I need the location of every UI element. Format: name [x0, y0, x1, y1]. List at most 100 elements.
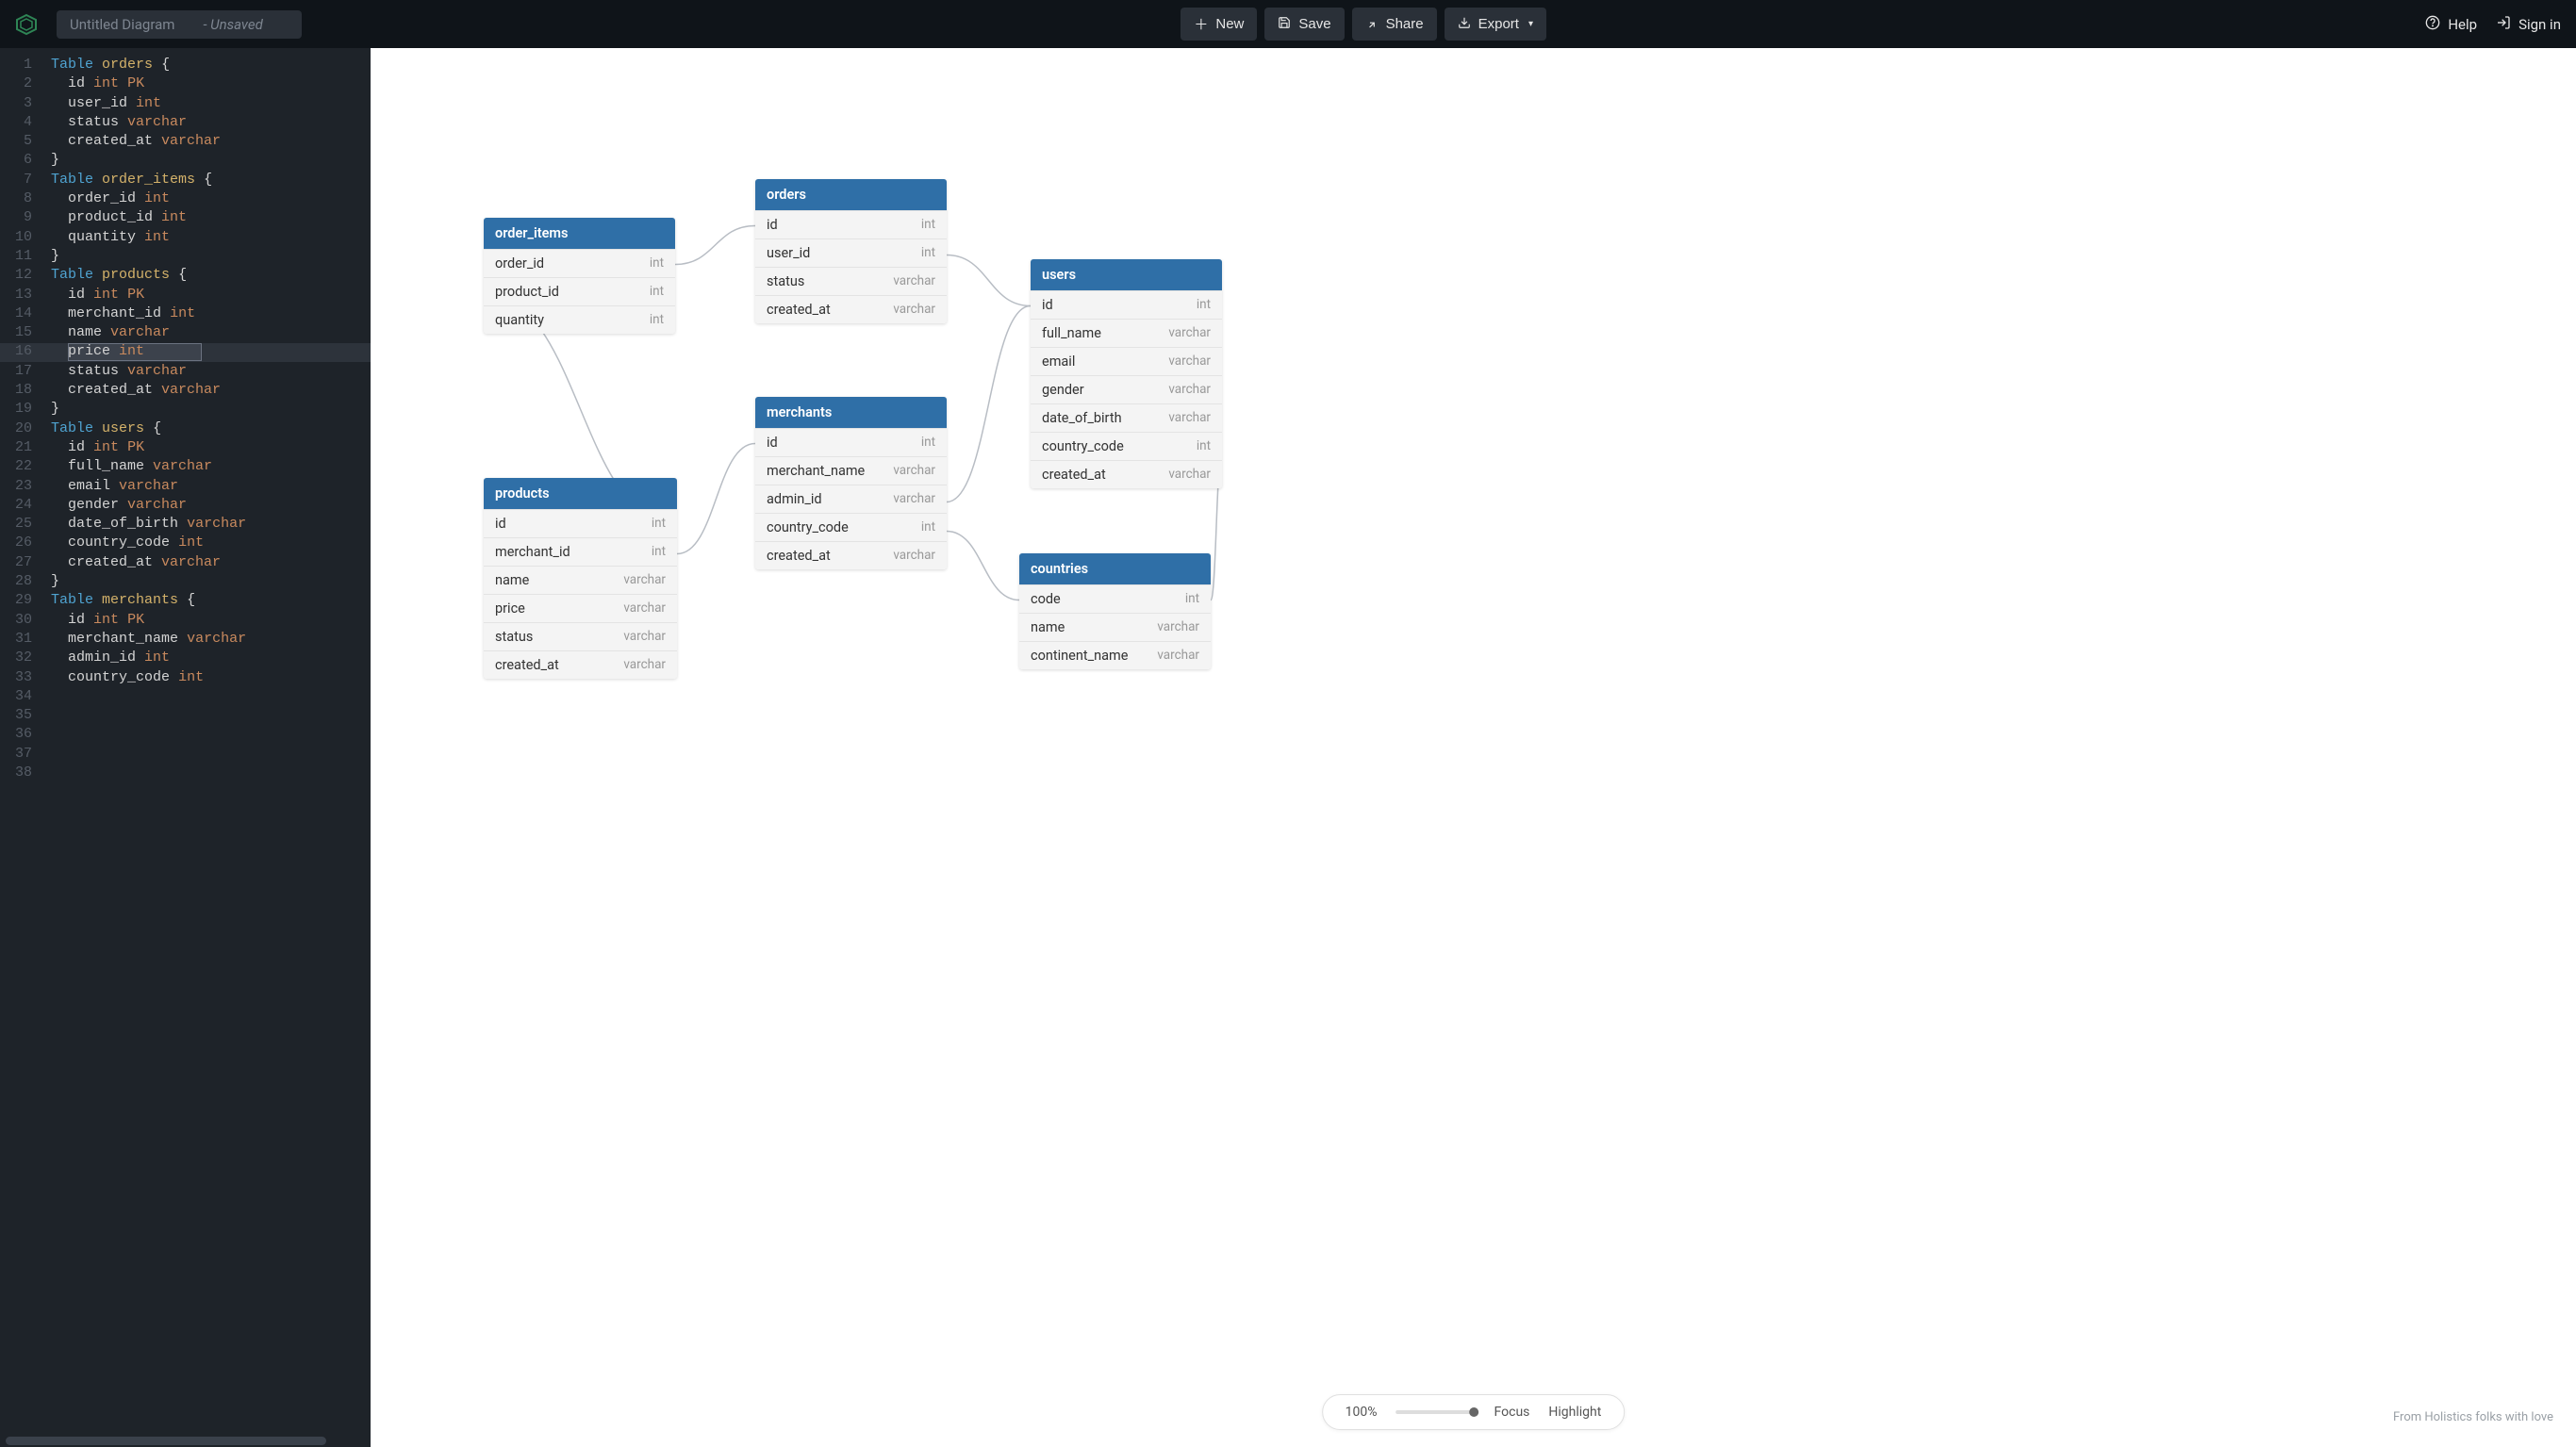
column-type: varchar [1168, 325, 1211, 341]
editor-horizontal-scrollbar[interactable] [6, 1437, 326, 1445]
code-editor[interactable]: 1234567891011121314151617181920212223242… [0, 48, 371, 1447]
share-icon [1365, 16, 1379, 33]
zoom-slider[interactable] [1396, 1410, 1476, 1414]
signin-label: Sign in [2518, 16, 2561, 33]
column-name: price [495, 600, 525, 617]
diagram-title-box[interactable]: Untitled Diagram - Unsaved [57, 10, 302, 39]
column-type: varchar [623, 629, 666, 645]
table-column[interactable]: country_code int [755, 513, 947, 541]
new-button[interactable]: ＋ New [1181, 8, 1257, 41]
table-products[interactable]: productsidintmerchant_idintnamevarcharpr… [484, 478, 677, 679]
column-type: int [652, 516, 666, 532]
column-type: varchar [1168, 467, 1211, 483]
focus-toggle[interactable]: Focus [1494, 1405, 1530, 1420]
column-type: int [921, 519, 935, 535]
table-column[interactable]: created_at varchar [1031, 460, 1222, 488]
table-header[interactable]: order_items [484, 218, 675, 249]
column-type: int [652, 544, 666, 560]
table-column[interactable]: admin_idvarchar [755, 485, 947, 513]
column-name: country_code [1042, 438, 1124, 454]
table-column[interactable]: namevarchar [484, 566, 677, 594]
table-column[interactable]: code int [1019, 584, 1211, 613]
column-type: varchar [893, 491, 935, 507]
table-users[interactable]: usersidintfull_namevarcharemailvarcharge… [1031, 259, 1222, 488]
column-name: created_at [1042, 467, 1106, 483]
table-header[interactable]: products [484, 478, 677, 509]
table-column[interactable]: continent_name varchar [1019, 641, 1211, 669]
table-column[interactable]: idint [755, 428, 947, 456]
table-column[interactable]: merchant_namevarchar [755, 456, 947, 485]
column-name: gender [1042, 382, 1084, 398]
table-column[interactable]: created_atvarchar [755, 541, 947, 569]
column-type: int [650, 312, 664, 328]
table-column[interactable]: merchant_idint [484, 537, 677, 566]
column-name: code [1031, 591, 1061, 607]
table-column[interactable]: gendervarchar [1031, 375, 1222, 403]
save-button[interactable]: Save [1264, 8, 1344, 41]
table-header[interactable]: orders [755, 179, 947, 210]
table-column[interactable]: created_at varchar [755, 295, 947, 323]
help-link[interactable]: Help [2425, 15, 2477, 34]
table-column[interactable]: namevarchar [1019, 613, 1211, 641]
column-name: created_at [767, 302, 831, 318]
column-name: status [767, 273, 804, 289]
column-type: varchar [1168, 410, 1211, 426]
table-countries[interactable]: countriescodeintnamevarcharcontinent_nam… [1019, 553, 1211, 669]
column-name: status [495, 629, 533, 645]
table-orders[interactable]: ordersidintuser_idintstatusvarcharcreate… [755, 179, 947, 323]
table-column[interactable]: created_atvarchar [484, 650, 677, 679]
column-type: int [1185, 591, 1199, 607]
signin-link[interactable]: Sign in [2496, 15, 2561, 34]
table-column[interactable]: id int [1031, 290, 1222, 319]
column-type: varchar [1157, 648, 1199, 664]
table-column[interactable]: status varchar [484, 622, 677, 650]
table-column[interactable]: product_id int [484, 277, 675, 305]
column-name: id [767, 435, 778, 451]
table-column[interactable]: idint [755, 210, 947, 238]
table-column[interactable]: order_id int [484, 249, 675, 277]
column-type: varchar [1168, 354, 1211, 370]
column-name: product_id [495, 284, 559, 300]
table-header[interactable]: users [1031, 259, 1222, 290]
editor-code[interactable]: Table orders { id int PK user_id int sta… [51, 48, 371, 687]
table-header[interactable]: merchants [755, 397, 947, 428]
column-type: varchar [893, 463, 935, 479]
column-type: int [1197, 297, 1211, 313]
column-name: order_id [495, 255, 544, 271]
highlight-toggle[interactable]: Highlight [1548, 1405, 1601, 1420]
table-column[interactable]: user_idint [755, 238, 947, 267]
column-type: int [650, 284, 664, 300]
table-column[interactable]: emailvarchar [1031, 347, 1222, 375]
table-column[interactable]: quantity int [484, 305, 675, 334]
column-name: id [495, 516, 506, 532]
table-column[interactable]: full_namevarchar [1031, 319, 1222, 347]
table-column[interactable]: country_codeint [1031, 432, 1222, 460]
table-column[interactable]: statusvarchar [755, 267, 947, 295]
export-button[interactable]: Export ▾ [1445, 8, 1546, 41]
diagram-status: - Unsaved [203, 16, 262, 33]
zoom-slider-handle[interactable] [1470, 1407, 1479, 1417]
share-button[interactable]: Share [1352, 8, 1437, 41]
column-name: date_of_birth [1042, 410, 1122, 426]
footer-credit: From Holistics folks with love [2393, 1410, 2553, 1424]
save-icon [1278, 16, 1291, 33]
diagram-canvas[interactable]: 100% Focus Highlight From Holistics folk… [371, 48, 2576, 1447]
table-column[interactable]: id int [484, 509, 677, 537]
table-merchants[interactable]: merchantsidintmerchant_namevarcharadmin_… [755, 397, 947, 569]
column-name: continent_name [1031, 648, 1128, 664]
column-name: id [1042, 297, 1053, 313]
column-name: user_id [767, 245, 810, 261]
table-column[interactable]: pricevarchar [484, 594, 677, 622]
column-name: name [1031, 619, 1065, 635]
table-column[interactable]: date_of_birth varchar [1031, 403, 1222, 432]
chevron-down-icon: ▾ [1528, 19, 1533, 29]
table-header[interactable]: countries [1019, 553, 1211, 584]
column-type: varchar [893, 302, 935, 318]
diagram-name: Untitled Diagram [70, 16, 174, 33]
table-order_items[interactable]: order_itemsorder_idintproduct_idintquant… [484, 218, 675, 334]
canvas-footer-controls: 100% Focus Highlight [1322, 1394, 1626, 1430]
column-type: int [650, 255, 664, 271]
column-name: created_at [767, 548, 831, 564]
column-name: quantity [495, 312, 544, 328]
column-name: country_code [767, 519, 849, 535]
